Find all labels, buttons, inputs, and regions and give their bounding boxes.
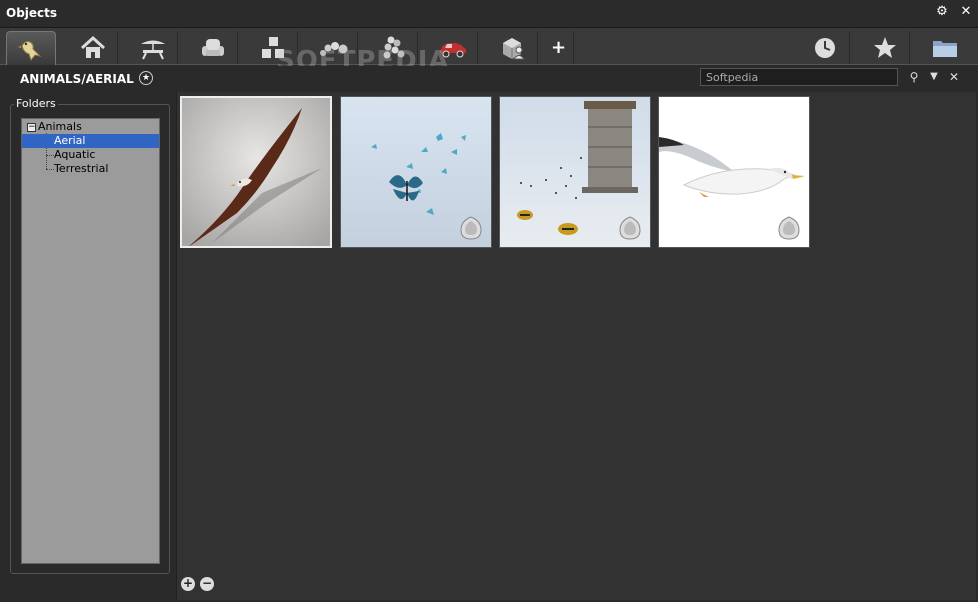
remove-button[interactable]: − (200, 577, 214, 591)
tree-item-label: Aquatic (54, 148, 96, 161)
house-icon (80, 35, 105, 58)
armchair-icon (201, 38, 224, 56)
folder-icon (933, 40, 957, 57)
collapse-icon[interactable]: − (27, 123, 36, 132)
search-input[interactable] (700, 68, 898, 86)
tree-item-aerial[interactable]: Aerial (22, 134, 159, 148)
tree-connector (46, 169, 54, 170)
tree-item-aquatic[interactable]: Aquatic (54, 148, 95, 162)
tree-item-label: Terrestrial (54, 162, 109, 175)
tab-user-objects[interactable] (488, 31, 538, 64)
tree-item-label: Aerial (54, 134, 86, 147)
tab-home[interactable] (68, 31, 118, 64)
badge-icon (778, 216, 800, 240)
gear-icon[interactable]: ⚙ (934, 4, 950, 20)
tab-furniture[interactable] (188, 31, 238, 64)
thumbnail-eagle[interactable] (180, 96, 332, 248)
folder-tree[interactable]: − Animals Aerial Aquatic Terrestrial (21, 118, 160, 564)
path-bar: ANIMALS/AERIAL ★ ⚲ ▼ ✕ (0, 66, 978, 92)
plus-icon: + (550, 37, 567, 58)
picnic-table-icon (140, 40, 165, 59)
add-tab-button[interactable]: + (544, 31, 574, 64)
tree-item-label: Animals (38, 120, 82, 133)
close-icon[interactable]: ✕ (958, 4, 974, 20)
thumbnail-seagull[interactable] (658, 96, 810, 248)
tab-recent[interactable] (800, 31, 850, 64)
title-bar: Objects ⚙ ✕ (0, 0, 978, 28)
badge-icon (619, 216, 641, 240)
badge-icon (460, 216, 482, 240)
thumbnail-butterflies[interactable] (340, 96, 492, 248)
eagle-image (182, 98, 330, 246)
search-dropdown-icon[interactable]: ▼ (926, 69, 942, 85)
cube-user-icon (502, 37, 525, 59)
window-title: Objects (6, 6, 58, 20)
tab-animals[interactable] (6, 31, 56, 65)
clear-search-icon[interactable]: ✕ (946, 69, 962, 85)
tab-outdoor[interactable] (128, 31, 178, 64)
folders-legend: Folders (14, 97, 58, 110)
add-button[interactable]: + (181, 577, 195, 591)
tree-item-animals[interactable]: − Animals (22, 120, 159, 134)
tree-connector (46, 155, 54, 156)
star-icon (873, 36, 896, 58)
tree-item-terrestrial[interactable]: Terrestrial (54, 162, 108, 176)
bird-icon (18, 40, 42, 61)
search-icon[interactable]: ⚲ (906, 69, 922, 85)
category-tab-bar: + (0, 28, 978, 65)
tab-favorites[interactable] (860, 31, 910, 64)
clock-icon (814, 37, 835, 58)
current-path: ANIMALS/AERIAL (20, 72, 134, 86)
object-grid (176, 92, 976, 600)
favorite-star-icon[interactable]: ★ (139, 71, 153, 85)
thumbnail-bees[interactable] (499, 96, 651, 248)
tab-folder[interactable] (920, 31, 970, 64)
